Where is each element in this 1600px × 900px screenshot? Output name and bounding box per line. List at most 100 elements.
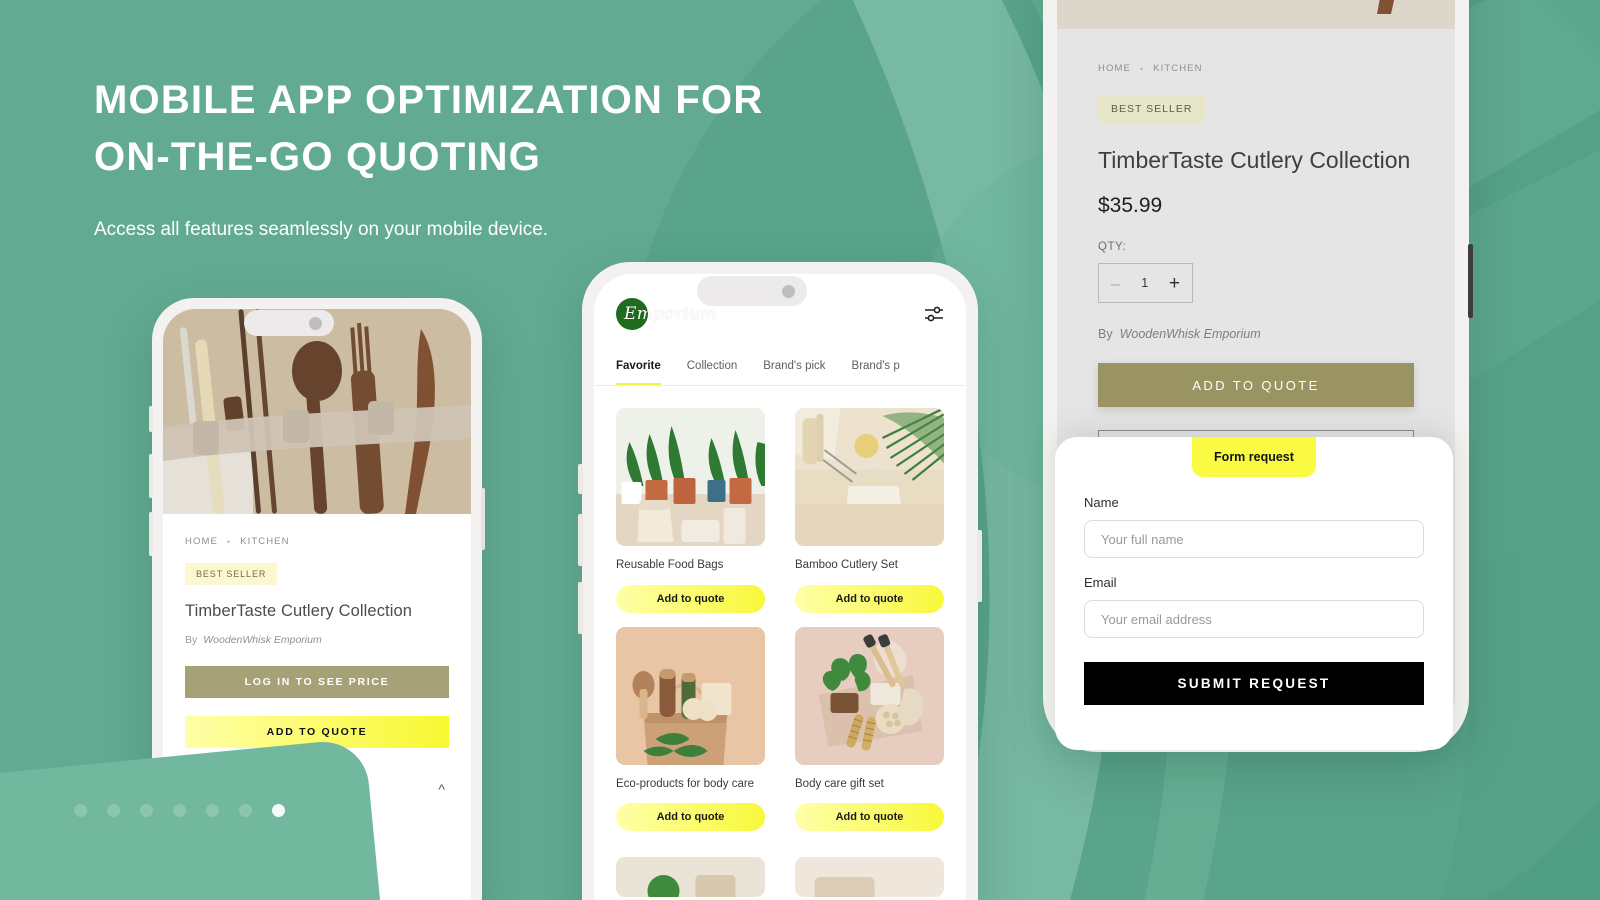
email-input[interactable] xyxy=(1084,600,1424,638)
product-name: Eco-products for body care xyxy=(616,777,755,790)
phone-notch xyxy=(244,310,334,336)
product-name: Bamboo Cutlery Set xyxy=(795,559,898,571)
product-name: Body care gift set xyxy=(795,777,884,790)
tab-favorite[interactable]: Favorite xyxy=(616,360,661,385)
quantity-value: 1 xyxy=(1141,276,1149,290)
add-to-quote-button[interactable]: Add to quote xyxy=(616,584,765,613)
phone-power-button xyxy=(977,530,982,602)
bamboo-cutlery-set-photo xyxy=(795,408,944,546)
product-card[interactable]: Body care gift set Add to quote xyxy=(795,626,944,832)
phone-volume-down-button xyxy=(578,582,583,634)
pagination-dot[interactable] xyxy=(74,804,87,817)
product-card[interactable]: Bamboo Cutlery Set Add to quote xyxy=(795,408,944,613)
breadcrumb-home[interactable]: HOME xyxy=(185,536,218,547)
quantity-stepper[interactable]: – 1 + xyxy=(1098,263,1193,303)
product-grid-next-row xyxy=(594,831,966,898)
brand-name[interactable]: WoodenWhisk Emporium xyxy=(1120,327,1261,341)
name-field-label: Name xyxy=(1084,495,1119,510)
add-to-quote-button[interactable]: Add to quote xyxy=(616,803,765,832)
cutlery-photo xyxy=(163,309,471,514)
filter-sliders-glyph xyxy=(925,306,943,322)
pagination-dot[interactable] xyxy=(107,804,120,817)
breadcrumb-category[interactable]: KITCHEN xyxy=(240,536,289,547)
product-brand-line: By WoodenWhisk Emporium xyxy=(1098,327,1414,341)
body-care-gift-set-photo xyxy=(795,626,944,765)
add-to-quote-button[interactable]: Add to quote xyxy=(795,803,944,832)
headline-line-2: ON-THE-GO QUOTING xyxy=(94,134,542,179)
add-to-quote-button[interactable]: ADD TO QUOTE xyxy=(1098,363,1414,407)
form-request-sheet: Form request Name Email SUBMIT REQUEST xyxy=(1055,437,1453,750)
phone-volume-up-button xyxy=(578,514,583,566)
by-prefix: By xyxy=(185,634,198,646)
breadcrumb-home[interactable]: HOME xyxy=(1098,63,1131,74)
product-hero-image-left xyxy=(163,309,471,514)
product-brand-line: By WoodenWhisk Emporium xyxy=(185,634,449,646)
tab-brands-pick-overflow[interactable]: Brand's p xyxy=(852,360,900,385)
quantity-label: QTY: xyxy=(1098,241,1127,253)
cutlery-photo xyxy=(1057,0,1455,29)
pagination-dot[interactable] xyxy=(140,804,153,817)
product-title: TimberTaste Cutlery Collection xyxy=(185,602,413,620)
breadcrumb-category[interactable]: KITCHEN xyxy=(1153,63,1202,74)
pagination-dot[interactable] xyxy=(239,804,252,817)
hero-text-block: MOBILE APP OPTIMIZATION FOR ON-THE-GO QU… xyxy=(94,72,874,244)
front-camera-icon xyxy=(782,284,795,298)
phone-volume-up-button xyxy=(149,454,153,498)
phone-center-screen: Emporium Favorite Collection Brand's pic… xyxy=(594,274,966,900)
product-name: Reusable Food Bags xyxy=(616,559,724,571)
product-card[interactable]: Eco-products for body care Add to quote xyxy=(616,626,765,832)
form-request-tab[interactable]: Form request xyxy=(1192,437,1316,477)
product-thumbnail xyxy=(795,626,944,765)
status-badge: BEST SELLER xyxy=(185,563,278,585)
submit-request-button[interactable]: SUBMIT REQUEST xyxy=(1084,662,1424,705)
product-title: TimberTaste Cutlery Collection xyxy=(1098,147,1411,173)
pagination-dot[interactable] xyxy=(206,804,219,817)
product-card[interactable]: Reusable Food Bags Add to quote xyxy=(616,408,765,613)
phone-power-button xyxy=(481,488,485,550)
quantity-decrease-button[interactable]: – xyxy=(1111,275,1120,292)
tab-collection[interactable]: Collection xyxy=(687,360,738,385)
filter-sliders-icon[interactable] xyxy=(924,305,944,323)
quantity-increase-button[interactable]: + xyxy=(1169,274,1180,293)
carousel-pagination[interactable] xyxy=(74,804,285,817)
pagination-dot-active[interactable] xyxy=(272,804,285,817)
category-tabs[interactable]: Favorite Collection Brand's pick Brand's… xyxy=(594,360,966,385)
by-prefix: By xyxy=(1098,327,1113,341)
product-thumbnail xyxy=(616,408,765,546)
phone-side-button xyxy=(149,406,153,432)
breadcrumb-separator: • xyxy=(226,536,232,547)
reusable-food-bags-photo xyxy=(616,408,765,546)
pagination-dot[interactable] xyxy=(173,804,186,817)
product-price: $35.99 xyxy=(1098,194,1163,217)
email-field-label: Email xyxy=(1084,575,1117,590)
add-to-quote-button[interactable]: Add to quote xyxy=(795,584,944,613)
breadcrumb: HOME • KITCHEN xyxy=(185,536,449,547)
breadcrumb-separator: • xyxy=(1139,63,1145,74)
product-grid: Reusable Food Bags Add to quote Bamboo C… xyxy=(594,386,966,832)
hero-subtitle: Access all features seamlessly on your m… xyxy=(94,218,549,240)
product-thumbnail xyxy=(616,626,765,765)
product-hero-image-right xyxy=(1057,0,1455,29)
product-thumbnail xyxy=(616,857,765,898)
phone-notch xyxy=(697,276,807,306)
phone-mockup-center: Emporium Favorite Collection Brand's pic… xyxy=(578,262,982,900)
product-thumbnail xyxy=(795,408,944,546)
next-product-photo xyxy=(795,857,944,898)
name-input[interactable] xyxy=(1084,520,1424,558)
phone-side-button xyxy=(578,464,583,494)
status-badge: BEST SELLER xyxy=(1098,95,1206,123)
next-product-photo xyxy=(616,857,765,898)
product-thumbnail xyxy=(795,857,944,898)
tab-brands-pick[interactable]: Brand's pick xyxy=(763,360,825,385)
brand-name[interactable]: WoodenWhisk Emporium xyxy=(203,634,321,646)
page-title: MOBILE APP OPTIMIZATION FOR ON-THE-GO QU… xyxy=(94,72,874,186)
front-camera-icon xyxy=(309,316,322,330)
eco-products-body-care-photo xyxy=(616,626,765,765)
chevron-up-icon: ^ xyxy=(438,781,445,797)
logo-wordmark: Emporium xyxy=(624,304,717,324)
brand-logo[interactable]: Emporium xyxy=(616,298,717,330)
headline-line-1: MOBILE APP OPTIMIZATION FOR xyxy=(94,78,764,122)
phone-volume-down-button xyxy=(149,512,153,556)
phone-power-button xyxy=(1468,244,1473,318)
log-in-to-see-price-button[interactable]: LOG IN TO SEE PRICE xyxy=(185,666,449,698)
